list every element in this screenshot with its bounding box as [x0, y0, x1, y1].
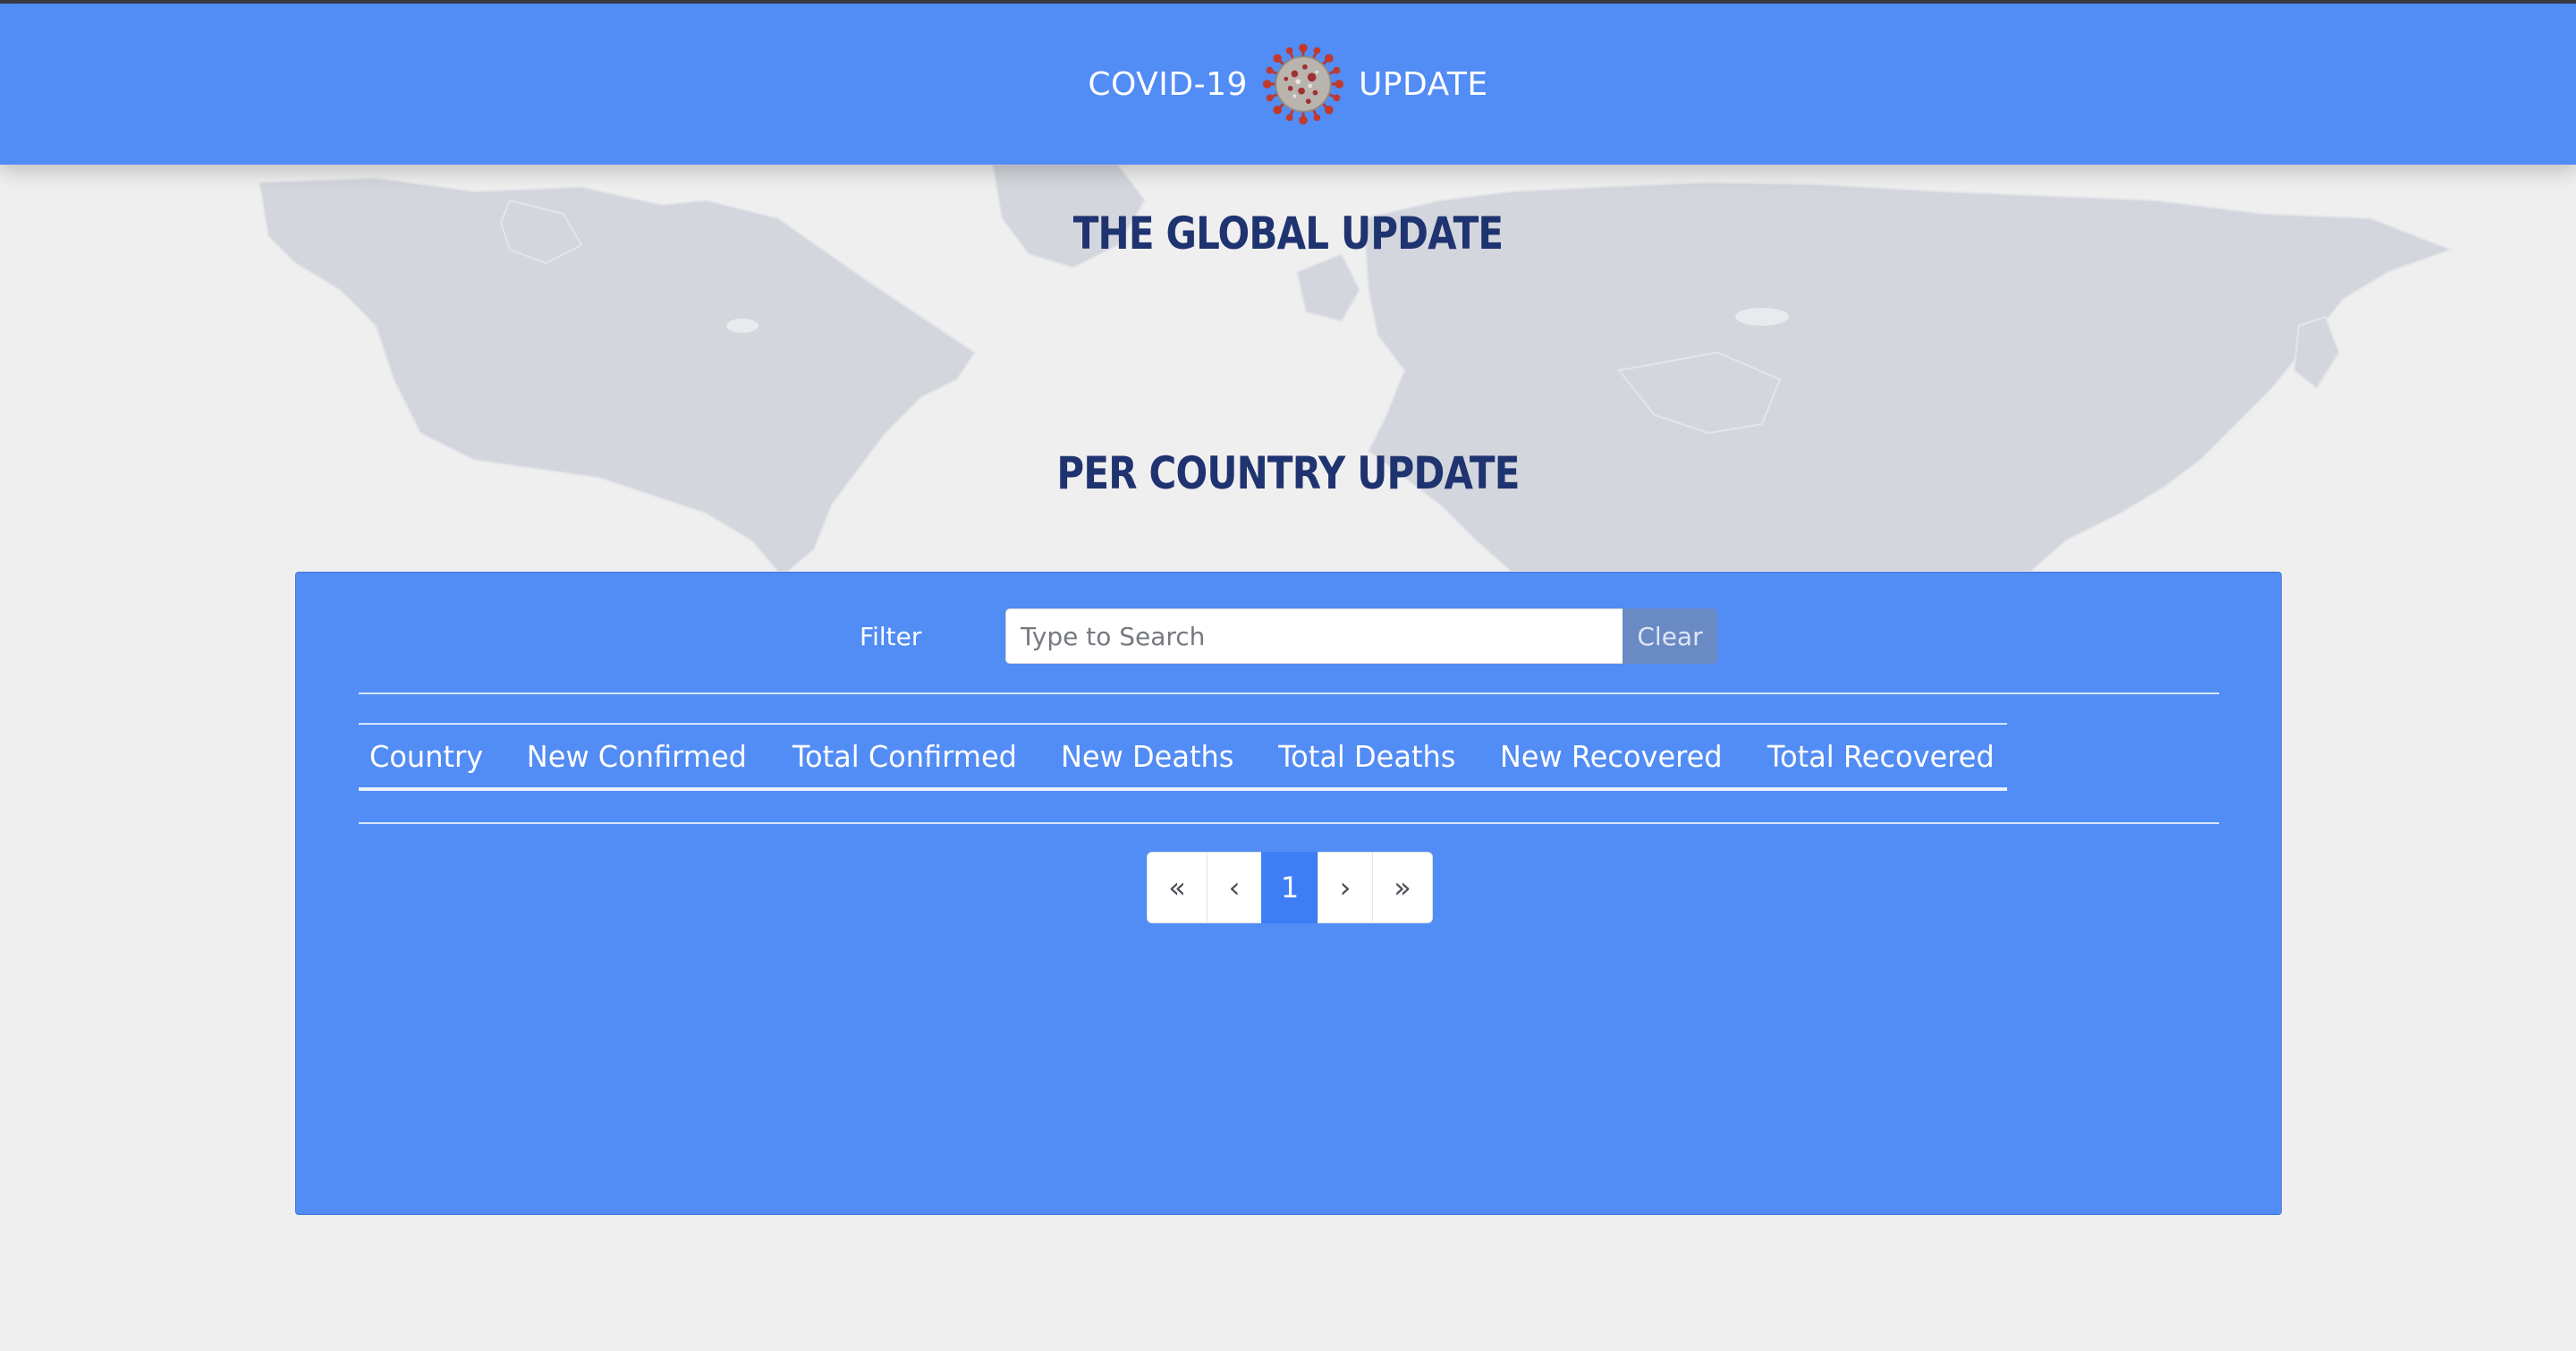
search-input[interactable] [1005, 608, 1623, 664]
country-table-panel: Filter Clear Country New Confirmed Total… [295, 572, 2282, 1215]
pagination: « ‹ 1 › » [1147, 852, 1433, 923]
brand[interactable]: COVID-19 UPDATE [0, 4, 2576, 165]
current-page-button[interactable]: 1 [1261, 852, 1318, 923]
column-header-total-confirmed[interactable]: Total Confirmed [792, 739, 1016, 774]
column-header-total-recovered[interactable]: Total Recovered [1767, 739, 1995, 774]
global-update-title: THE GLOBAL UPDATE [1072, 207, 1504, 259]
next-page-button[interactable]: › [1318, 852, 1373, 923]
column-header-new-deaths[interactable]: New Deaths [1061, 739, 1233, 774]
virus-icon [1262, 43, 1344, 125]
column-header-total-deaths[interactable]: Total Deaths [1278, 739, 1455, 774]
brand-text-right: UPDATE [1358, 65, 1488, 103]
table-header-row: Country New Confirmed Total Confirmed Ne… [359, 723, 2007, 791]
top-navbar: COVID-19 UPDATE [0, 4, 2576, 165]
column-header-country[interactable]: Country [369, 739, 483, 774]
column-header-new-recovered[interactable]: New Recovered [1500, 739, 1723, 774]
filter-label: Filter [860, 622, 922, 651]
clear-button[interactable]: Clear [1623, 608, 1717, 664]
last-page-button[interactable]: » [1372, 852, 1433, 923]
divider [359, 692, 2219, 694]
previous-page-button[interactable]: ‹ [1207, 852, 1262, 923]
brand-text-left: COVID-19 [1088, 65, 1248, 103]
divider [359, 822, 2219, 824]
first-page-button[interactable]: « [1147, 852, 1208, 923]
column-header-new-confirmed[interactable]: New Confirmed [527, 739, 747, 774]
per-country-update-title: PER COUNTRY UPDATE [1056, 446, 1520, 499]
